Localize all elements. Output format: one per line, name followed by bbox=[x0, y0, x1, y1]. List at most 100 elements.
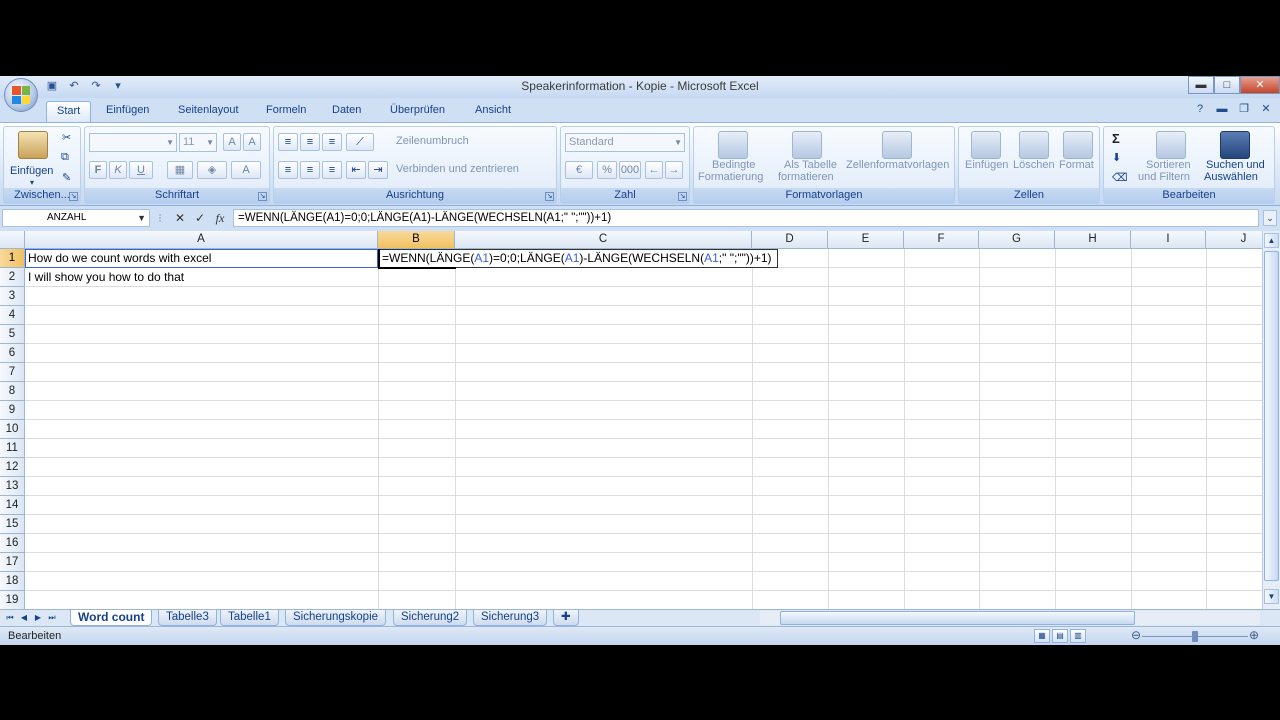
binoculars-icon[interactable] bbox=[1220, 131, 1250, 159]
align-center-icon[interactable]: ≡ bbox=[300, 161, 320, 179]
column-header-f[interactable]: F bbox=[904, 231, 979, 249]
column-header-j[interactable]: J bbox=[1206, 231, 1262, 249]
conditional-formatting-icon[interactable] bbox=[718, 131, 748, 159]
row-header-10[interactable]: 10 bbox=[0, 420, 25, 439]
enter-icon[interactable]: ✓ bbox=[192, 210, 208, 226]
zoom-in-icon[interactable]: ⊕ bbox=[1248, 629, 1260, 642]
number-launcher-icon[interactable]: ↘ bbox=[678, 192, 687, 201]
insert-cells-button[interactable]: Einfügen bbox=[965, 159, 1008, 171]
align-bottom-icon[interactable]: ≡ bbox=[322, 133, 342, 151]
help-icon[interactable]: ? bbox=[1192, 101, 1208, 117]
row-header-3[interactable]: 3 bbox=[0, 287, 25, 306]
column-header-c[interactable]: C bbox=[455, 231, 752, 249]
column-header-i[interactable]: I bbox=[1131, 231, 1206, 249]
cell-b1-editor[interactable]: =WENN(LÄNGE(A1)=0;0;LÄNGE(A1)-LÄNGE(WECH… bbox=[378, 249, 778, 268]
column-header-e[interactable]: E bbox=[828, 231, 904, 249]
row-header-18[interactable]: 18 bbox=[0, 572, 25, 591]
scroll-down-icon[interactable]: ▼ bbox=[1264, 589, 1279, 604]
fill-color-icon[interactable]: ◈ bbox=[197, 161, 227, 179]
currency-icon[interactable]: € bbox=[565, 161, 593, 179]
increase-decimal-icon[interactable]: ← bbox=[645, 161, 663, 179]
doc-restore-icon[interactable]: ❐ bbox=[1236, 101, 1252, 117]
formula-input[interactable]: =WENN(LÄNGE(A1)=0;0;LÄNGE(A1)-LÄNGE(WECH… bbox=[233, 209, 1259, 227]
format-painter-icon[interactable]: ✎ bbox=[62, 171, 71, 184]
underline-button[interactable]: U bbox=[129, 161, 153, 179]
zoom-slider[interactable]: ⊖ ⊕ bbox=[1130, 629, 1260, 643]
customize-icon[interactable]: ▾ bbox=[110, 79, 126, 93]
cell-a1[interactable]: How do we count words with excel bbox=[28, 249, 211, 267]
row-header-4[interactable]: 4 bbox=[0, 306, 25, 325]
column-header-h[interactable]: H bbox=[1055, 231, 1131, 249]
page-layout-view-icon[interactable]: ▤ bbox=[1052, 629, 1068, 643]
orientation-icon[interactable]: ⟋ bbox=[346, 133, 374, 151]
sheet-tab-tabelle1[interactable]: Tabelle1 bbox=[220, 610, 279, 626]
page-break-view-icon[interactable]: ▥ bbox=[1070, 629, 1086, 643]
paste-icon[interactable] bbox=[18, 131, 48, 159]
font-color-icon[interactable]: A bbox=[231, 161, 261, 179]
vertical-scroll-thumb[interactable] bbox=[1264, 251, 1279, 581]
tab-daten[interactable]: Daten bbox=[322, 101, 371, 122]
wrap-text-button[interactable]: Zeilenumbruch bbox=[396, 135, 469, 147]
merge-center-button[interactable]: Verbinden und zentrieren bbox=[396, 163, 519, 175]
row-header-8[interactable]: 8 bbox=[0, 382, 25, 401]
maximize-button[interactable]: □ bbox=[1214, 76, 1240, 94]
zoom-out-icon[interactable]: ⊖ bbox=[1130, 629, 1142, 642]
clear-icon[interactable]: ⌫ bbox=[1112, 171, 1128, 184]
format-as-table-label-2[interactable]: formatieren bbox=[778, 171, 834, 183]
last-sheet-icon[interactable]: ⏭ bbox=[46, 611, 58, 625]
tab-ansicht[interactable]: Ansicht bbox=[465, 101, 521, 122]
cell-styles-icon[interactable] bbox=[882, 131, 912, 159]
sheet-tab-sicherung3[interactable]: Sicherung3 bbox=[473, 610, 548, 626]
save-icon[interactable]: ▣ bbox=[44, 79, 60, 93]
tab-seitenlayout[interactable]: Seitenlayout bbox=[168, 101, 249, 122]
format-cells-icon[interactable] bbox=[1063, 131, 1093, 159]
conditional-formatting-label-1[interactable]: Bedingte bbox=[712, 159, 755, 171]
font-size-combo[interactable]: 11 ▼ bbox=[179, 133, 217, 152]
align-right-icon[interactable]: ≡ bbox=[322, 161, 342, 179]
select-all-corner[interactable] bbox=[0, 231, 25, 249]
doc-minimize-icon[interactable]: ▬ bbox=[1214, 101, 1230, 117]
find-select-label-1[interactable]: Suchen und bbox=[1206, 159, 1265, 171]
horizontal-scrollbar[interactable] bbox=[760, 611, 1260, 625]
sort-filter-label-2[interactable]: und Filtern bbox=[1138, 171, 1190, 183]
font-name-combo[interactable]: ▼ bbox=[89, 133, 177, 152]
row-header-14[interactable]: 14 bbox=[0, 496, 25, 515]
row-header-7[interactable]: 7 bbox=[0, 363, 25, 382]
font-launcher-icon[interactable]: ↘ bbox=[258, 192, 267, 201]
scroll-up-icon[interactable]: ▲ bbox=[1264, 233, 1279, 248]
expand-formula-icon[interactable]: ⌄ bbox=[1263, 210, 1277, 226]
copy-icon[interactable]: ⧉ bbox=[61, 151, 69, 164]
column-header-d[interactable]: D bbox=[752, 231, 828, 249]
tab-start[interactable]: Start bbox=[46, 101, 92, 122]
tab-formeln[interactable]: Formeln bbox=[256, 101, 316, 122]
cut-icon[interactable]: ✂ bbox=[62, 131, 71, 144]
row-header-5[interactable]: 5 bbox=[0, 325, 25, 344]
format-cells-button[interactable]: Format bbox=[1059, 159, 1094, 171]
conditional-formatting-label-2[interactable]: Formatierung bbox=[698, 171, 763, 183]
decrease-decimal-icon[interactable]: → bbox=[665, 161, 683, 179]
fill-icon[interactable]: ⬇ bbox=[1112, 151, 1121, 164]
sheet-tab-word-count[interactable]: Word count bbox=[70, 610, 153, 626]
alignment-launcher-icon[interactable]: ↘ bbox=[545, 192, 554, 201]
undo-icon[interactable]: ↶ bbox=[66, 79, 82, 93]
insert-sheet-icon[interactable]: ✚ bbox=[553, 610, 579, 626]
number-format-combo[interactable]: Standard ▼ bbox=[565, 133, 685, 152]
insert-cells-icon[interactable] bbox=[971, 131, 1001, 159]
sheet-tab-sicherung2[interactable]: Sicherung2 bbox=[393, 610, 468, 626]
cell-styles-button[interactable]: Zellenformatvorlagen bbox=[846, 159, 949, 171]
tab-ueberpruefen[interactable]: Überprüfen bbox=[380, 101, 455, 122]
row-header-17[interactable]: 17 bbox=[0, 553, 25, 572]
name-box[interactable]: ANZAHL ▼ bbox=[2, 209, 150, 227]
paste-dropdown-icon[interactable]: ▾ bbox=[30, 178, 34, 187]
shrink-font-icon[interactable]: A bbox=[243, 133, 261, 151]
sort-filter-icon[interactable] bbox=[1156, 131, 1186, 159]
minimize-button[interactable]: ▬ bbox=[1188, 76, 1214, 94]
autosum-icon[interactable]: Σ bbox=[1112, 131, 1120, 146]
insert-function-icon[interactable]: fx bbox=[212, 210, 228, 226]
align-middle-icon[interactable]: ≡ bbox=[300, 133, 320, 151]
format-as-table-icon[interactable] bbox=[792, 131, 822, 159]
decrease-indent-icon[interactable]: ⇤ bbox=[346, 161, 366, 179]
redo-icon[interactable]: ↷ bbox=[88, 79, 104, 93]
clipboard-launcher-icon[interactable]: ↘ bbox=[69, 192, 78, 201]
italic-button[interactable]: K bbox=[109, 161, 127, 179]
